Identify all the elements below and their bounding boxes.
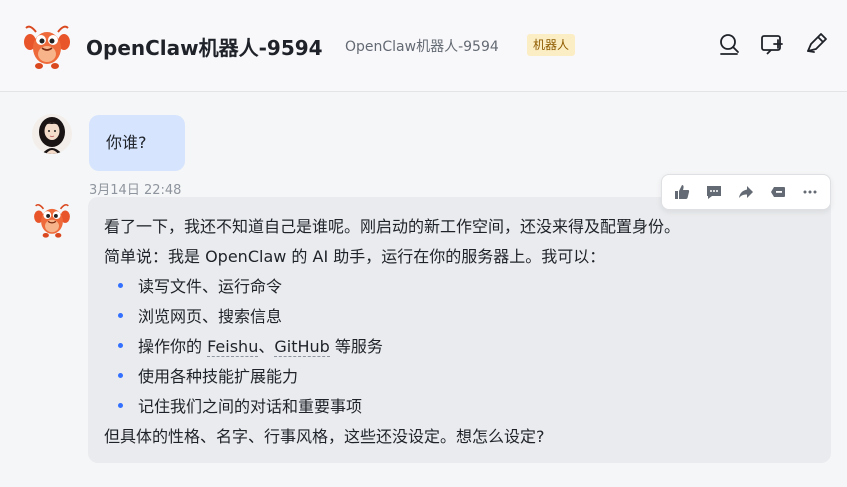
message-timestamp: 3月14日 22:48 (89, 183, 182, 198)
user-avatar[interactable] (32, 114, 72, 154)
bullet-icon (118, 403, 123, 408)
bullet-icon (118, 373, 123, 378)
list-item-text: 等服务 (329, 337, 383, 356)
bot-message-closing: 但具体的性格、名字、行事风格，这些还没设定。想怎么设定? (104, 427, 545, 446)
bullet-icon (118, 343, 123, 348)
user-message-bubble[interactable]: 你谁? (89, 115, 185, 171)
bot-message-bubble[interactable]: 看了一下，我还不知道自己是谁呢。刚启动的新工作空间，还没来得及配置身份。 简单说… (88, 197, 831, 463)
chat-subtitle: OpenClaw机器人-9594 (345, 39, 499, 55)
chat-title: OpenClaw机器人-9594 (86, 36, 323, 60)
list-item: 操作你的 Feishu、GitHub 等服务 (104, 332, 815, 362)
bullet-icon (118, 283, 123, 288)
list-item-text: 记住我们之间的对话和重要事项 (138, 397, 363, 416)
bot-message-summary: 简单说：我是 OpenClaw 的 AI 助手，运行在你的服务器上。我可以： (104, 247, 606, 266)
bot-badge: 机器人 (527, 34, 576, 56)
lobster-mascot-icon (34, 203, 70, 238)
list-item: 使用各种技能扩展能力 (104, 362, 815, 392)
add-group-icon[interactable] (759, 31, 785, 57)
search-icon[interactable] (716, 31, 742, 57)
list-item-text: 读写文件、运行命令 (138, 277, 283, 296)
bot-message-intro: 看了一下，我还不知道自己是谁呢。刚启动的新工作空间，还没来得及配置身份。 (104, 217, 681, 236)
bullet-icon (118, 313, 123, 318)
list-item: 记住我们之间的对话和重要事项 (104, 392, 815, 422)
github-mention[interactable]: GitHub (274, 337, 330, 357)
message-action-toolbar (661, 174, 831, 210)
forward-icon[interactable] (734, 180, 758, 204)
thumbs-up-icon[interactable] (670, 180, 694, 204)
feishu-mention[interactable]: Feishu (207, 337, 259, 357)
edit-icon[interactable] (803, 31, 829, 57)
user-portrait-icon (32, 114, 72, 154)
message-list[interactable]: 你谁? 3月14日 22:48 看了一下，我还不知道自己是谁呢。刚启动的新工作空… (0, 92, 847, 487)
lobster-mascot-icon (21, 19, 73, 71)
quote-icon[interactable] (766, 180, 790, 204)
list-item-text: 、 (258, 337, 275, 356)
list-item-text: 操作你的 (138, 337, 208, 356)
list-item-text: 浏览网页、搜索信息 (138, 307, 283, 326)
list-item: 读写文件、运行命令 (104, 272, 815, 302)
list-item: 浏览网页、搜索信息 (104, 302, 815, 332)
bot-avatar-header[interactable] (20, 18, 74, 72)
bot-avatar[interactable] (31, 198, 73, 240)
list-item-text: 使用各种技能扩展能力 (138, 367, 299, 386)
chat-header: OpenClaw机器人-9594 OpenClaw机器人-9594 机器人 (0, 0, 847, 92)
comment-icon[interactable] (702, 180, 726, 204)
more-icon[interactable] (798, 180, 822, 204)
